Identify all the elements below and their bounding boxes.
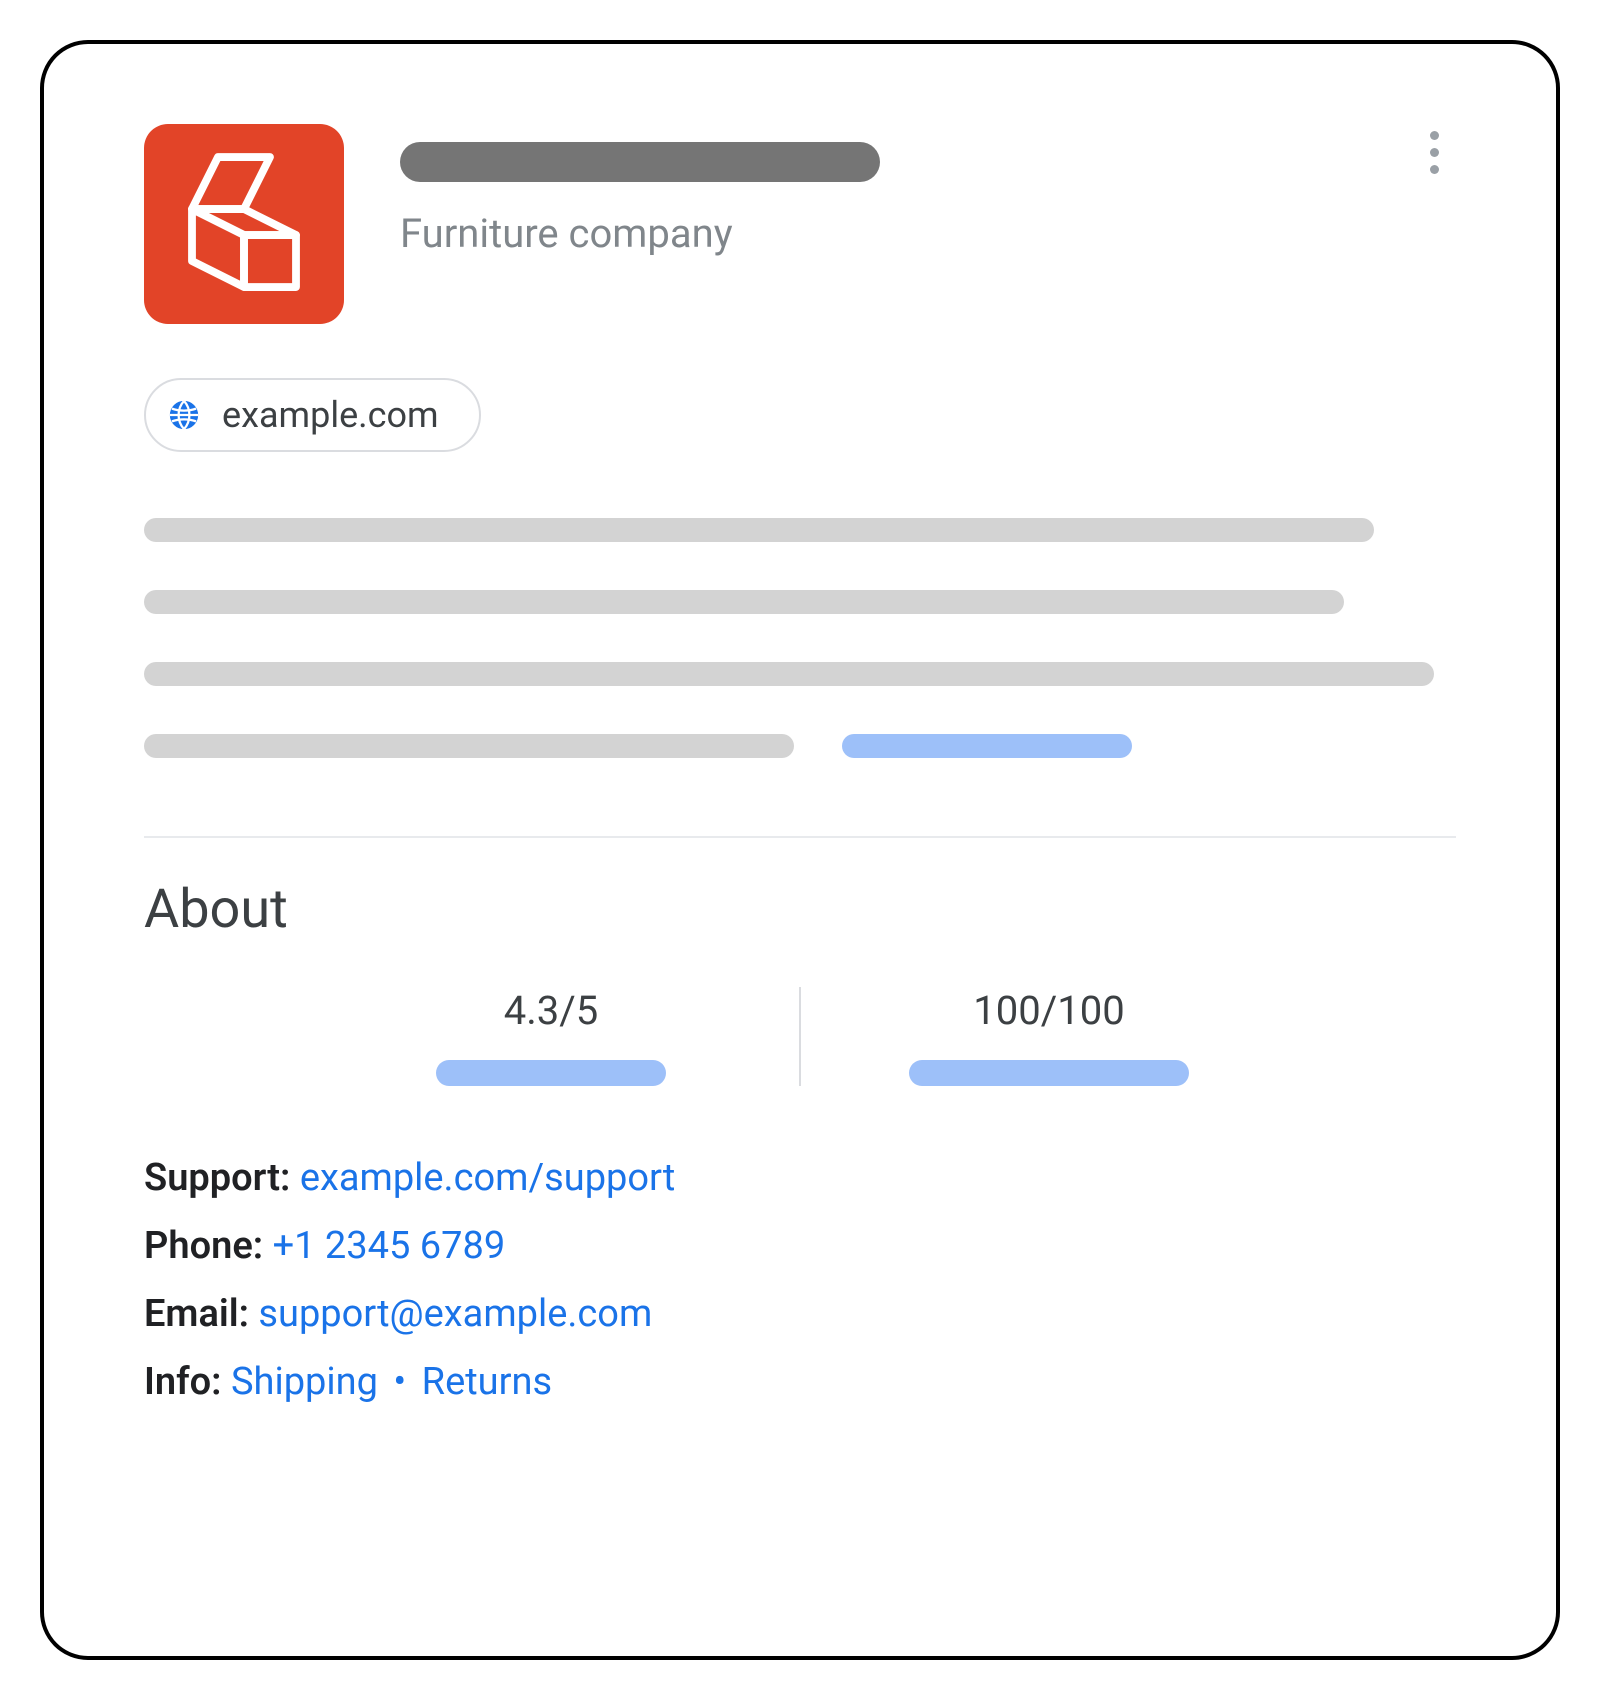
more-options-button[interactable] bbox=[1412, 130, 1456, 174]
phone-link[interactable]: +1 2345 6789 bbox=[273, 1224, 506, 1268]
info-label: Info: bbox=[144, 1360, 222, 1404]
returns-link[interactable]: Returns bbox=[422, 1360, 552, 1404]
support-row: Support: example.com/support bbox=[144, 1156, 1456, 1200]
score-label-placeholder[interactable] bbox=[909, 1060, 1189, 1086]
score-value: 100/100 bbox=[973, 987, 1124, 1034]
rating-stat: 4.3/5 bbox=[311, 987, 791, 1086]
info-row: Info: Shipping • Returns bbox=[144, 1360, 1456, 1404]
link-placeholder[interactable] bbox=[842, 734, 1132, 758]
chair-icon bbox=[179, 149, 309, 299]
company-name-placeholder bbox=[400, 142, 880, 182]
email-row: Email: support@example.com bbox=[144, 1292, 1456, 1336]
support-link[interactable]: example.com/support bbox=[300, 1156, 675, 1200]
stats-row: 4.3/5 100/100 bbox=[144, 987, 1456, 1086]
website-chip-text: example.com bbox=[222, 394, 439, 436]
text-placeholder-line bbox=[144, 518, 1374, 542]
kebab-dot bbox=[1430, 148, 1439, 157]
panel-header: Furniture company bbox=[144, 124, 1456, 324]
phone-label: Phone: bbox=[144, 1224, 263, 1268]
email-label: Email: bbox=[144, 1292, 249, 1336]
score-stat: 100/100 bbox=[809, 987, 1289, 1086]
description-placeholder-block bbox=[144, 518, 1456, 806]
about-heading: About bbox=[144, 878, 1456, 941]
company-category: Furniture company bbox=[400, 210, 880, 257]
shipping-link[interactable]: Shipping bbox=[231, 1360, 378, 1404]
kebab-dot bbox=[1430, 165, 1439, 174]
stat-separator bbox=[799, 987, 801, 1086]
text-placeholder-line bbox=[144, 590, 1344, 614]
title-block: Furniture company bbox=[400, 124, 880, 257]
email-link[interactable]: support@example.com bbox=[258, 1292, 652, 1336]
globe-icon bbox=[166, 397, 202, 433]
knowledge-panel-card: Furniture company example.com About bbox=[40, 40, 1560, 1660]
website-chip[interactable]: example.com bbox=[144, 378, 481, 452]
rating-label-placeholder[interactable] bbox=[436, 1060, 666, 1086]
support-label: Support: bbox=[144, 1156, 290, 1200]
contact-section: Support: example.com/support Phone: +1 2… bbox=[144, 1156, 1456, 1404]
kebab-dot bbox=[1430, 131, 1439, 140]
phone-row: Phone: +1 2345 6789 bbox=[144, 1224, 1456, 1268]
section-divider bbox=[144, 836, 1456, 838]
text-placeholder-line bbox=[144, 734, 794, 758]
info-separator: • bbox=[393, 1360, 406, 1404]
rating-value: 4.3/5 bbox=[504, 987, 599, 1034]
text-placeholder-line bbox=[144, 662, 1434, 686]
company-logo bbox=[144, 124, 344, 324]
